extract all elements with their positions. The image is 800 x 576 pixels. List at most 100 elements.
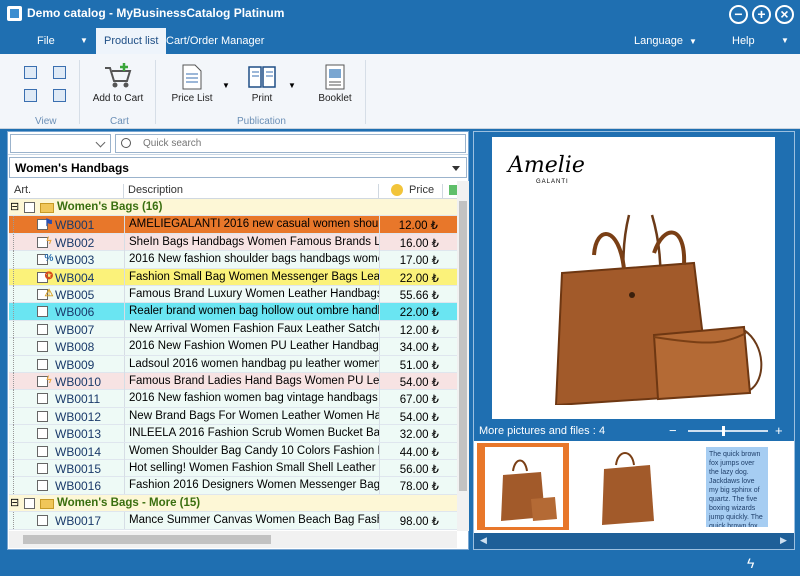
column-divider <box>124 407 125 425</box>
tab-product-list[interactable]: Product list <box>96 28 167 54</box>
column-divider <box>379 338 380 356</box>
product-row[interactable]: ϟ WB002 SheIn Bags Handbags Women Famous B… <box>9 233 457 252</box>
thumbnail-image[interactable] <box>584 443 676 530</box>
collapse-icon[interactable]: ⊟ <box>10 496 19 509</box>
title-bar[interactable]: Demo catalog - MyBusinessCatalog Platinu… <box>0 0 800 28</box>
thumbnail-selected[interactable] <box>477 443 569 530</box>
product-row[interactable]: ⚠ WB005 Famous Brand Luxury Women Leather … <box>9 286 457 304</box>
scrollbar-thumb[interactable] <box>23 535 271 544</box>
row-checkbox[interactable] <box>37 306 48 318</box>
zoom-out-button[interactable]: − <box>669 423 677 438</box>
column-header-description[interactable]: Description <box>128 184 183 196</box>
thumbnail-scrollbar[interactable]: ◀ ▶ <box>474 533 794 549</box>
view-list-icon[interactable] <box>53 66 66 79</box>
row-checkbox[interactable] <box>37 445 48 457</box>
group-checkbox[interactable] <box>24 497 35 509</box>
vertical-scrollbar[interactable] <box>457 181 469 531</box>
product-main-image[interactable]: Amelie GALANTI <box>492 137 775 419</box>
zoom-in-button[interactable]: + <box>775 423 783 438</box>
product-row[interactable]: ✪ WB004 Fashion Small Bag Women Messenger … <box>9 268 457 286</box>
group-checkbox[interactable] <box>24 202 35 213</box>
horizontal-scrollbar[interactable] <box>9 531 457 548</box>
product-row[interactable]: WB0014 Women Shoulder Bag Candy 10 Colors… <box>9 442 457 460</box>
column-header-art[interactable]: Art. <box>14 184 31 196</box>
tab-cart-order-manager[interactable]: Cart/Order Manager <box>166 28 264 54</box>
chevron-down-icon[interactable]: ▼ <box>781 28 789 54</box>
product-price: 55.66 ₺ <box>399 290 439 302</box>
product-price: 54.00 ₺ <box>399 377 439 389</box>
zoom-slider[interactable] <box>688 430 768 432</box>
chevron-down-icon[interactable]: ▼ <box>222 81 230 90</box>
row-checkbox[interactable] <box>37 463 48 474</box>
scroll-right-icon[interactable]: ▶ <box>780 535 787 546</box>
row-checkbox[interactable] <box>37 480 48 492</box>
lightning-icon[interactable]: ϟ <box>747 555 754 571</box>
book-icon <box>248 66 276 88</box>
view-tiles-icon[interactable] <box>24 89 37 102</box>
group-row[interactable]: ⊟ Women's Bags (16) <box>9 199 457 217</box>
product-description: New Arrival Women Fashion Faux Leather S… <box>129 322 379 335</box>
print-button[interactable]: Print <box>242 64 282 104</box>
thumbnail-strip[interactable]: The quick brown fox jumps over the lazy … <box>474 441 794 534</box>
chevron-down-icon[interactable]: ▼ <box>288 81 296 90</box>
column-divider <box>124 286 125 303</box>
minimize-icon[interactable]: − <box>729 5 748 24</box>
product-row[interactable]: ϟ WB0010 Famous Brand Ladies Hand Bags Wom… <box>9 373 457 391</box>
product-row[interactable]: WB0012 New Brand Bags For Women Leather W… <box>9 407 457 426</box>
product-price: 12.00 ₺ <box>380 216 442 234</box>
add-to-cart-button[interactable]: Add to Cart <box>88 62 148 104</box>
product-row[interactable]: WB0013 INLEELA 2016 Fashion Scrub Women B… <box>9 425 457 443</box>
collapse-icon[interactable]: ⊟ <box>10 200 19 213</box>
product-price: 67.00 ₺ <box>399 394 439 407</box>
product-row[interactable]: ⚑ WB001 AMELIEGALANTI 2016 new casual wome… <box>9 216 457 234</box>
view-grid-icon[interactable] <box>24 66 37 79</box>
menu-file[interactable]: File <box>37 28 55 54</box>
folder-icon <box>40 203 54 213</box>
search-scope-select[interactable] <box>10 134 111 153</box>
row-checkbox[interactable] <box>37 341 48 353</box>
product-row[interactable]: WB0011 2016 New fashion women bag vintage… <box>9 390 457 408</box>
column-divider <box>124 477 125 495</box>
thumbnail-text-file[interactable]: The quick brown fox jumps over the lazy … <box>702 443 794 530</box>
maximize-icon[interactable]: + <box>752 5 771 24</box>
category-dropdown[interactable]: Women's Handbags <box>9 157 467 178</box>
view-details-icon[interactable] <box>53 89 66 102</box>
row-checkbox[interactable] <box>37 393 48 405</box>
quick-search-box[interactable] <box>115 134 466 153</box>
row-checkbox[interactable] <box>37 410 48 422</box>
product-art: WB0010 <box>55 375 102 389</box>
menu-help[interactable]: Help <box>732 28 755 54</box>
column-header-price[interactable]: Price <box>409 184 434 196</box>
product-row[interactable]: WB0017 Mance Summer Canvas Women Beach Ba… <box>9 512 457 530</box>
scroll-left-icon[interactable]: ◀ <box>480 535 487 546</box>
group-row[interactable]: ⊟ Women's Bags - More (15) <box>9 494 457 513</box>
brand-logo: Amelie <box>508 153 585 178</box>
product-grid[interactable]: Art. Description Price ⊟ Women's Bags (16… <box>9 181 457 531</box>
menu-language[interactable]: Language ▼ <box>634 28 697 54</box>
product-row[interactable]: % WB003 2016 New fashion shoulder bags han… <box>9 251 457 269</box>
product-row[interactable]: WB006 Realer brand women bag hollow out o… <box>9 303 457 321</box>
menu-help-label: Help <box>732 35 755 47</box>
product-description: 2016 New fashion women bag vintage handb… <box>129 392 378 405</box>
booklet-button[interactable]: Booklet <box>313 64 357 104</box>
row-checkbox[interactable] <box>37 323 48 335</box>
row-checkbox[interactable] <box>37 358 48 370</box>
product-description: Mance Summer Canvas Women Beach Bag Fash… <box>129 514 379 527</box>
product-row[interactable]: WB0015 Hot selling! Women Fashion Small S… <box>9 460 457 478</box>
product-row[interactable]: WB007 New Arrival Women Fashion Faux Leat… <box>9 320 457 339</box>
zoom-slider-handle[interactable] <box>722 426 725 436</box>
product-description: Hot selling! Women Fashion Small Shell L… <box>129 462 376 474</box>
quick-search-input[interactable] <box>143 136 458 151</box>
close-icon[interactable]: × <box>775 5 794 24</box>
chevron-down-icon[interactable]: ▼ <box>80 28 88 54</box>
product-row[interactable]: WB009 Ladsoul 2016 women handbag pu leath… <box>9 355 457 373</box>
row-checkbox[interactable] <box>37 515 48 527</box>
product-price: 12.00 ₺ <box>399 324 439 337</box>
product-row[interactable]: WB0016 Fashion 2016 Designers Women Messe… <box>9 477 457 495</box>
product-row[interactable]: WB008 2016 New Fashion Women PU Leather H… <box>9 338 457 356</box>
product-art: WB0016 <box>55 479 102 494</box>
price-list-button[interactable]: Price List <box>166 64 218 104</box>
scrollbar-thumb[interactable] <box>459 201 467 491</box>
row-checkbox[interactable] <box>37 428 48 440</box>
product-description: 2016 New fashion shoulder bags handbags … <box>129 253 379 266</box>
